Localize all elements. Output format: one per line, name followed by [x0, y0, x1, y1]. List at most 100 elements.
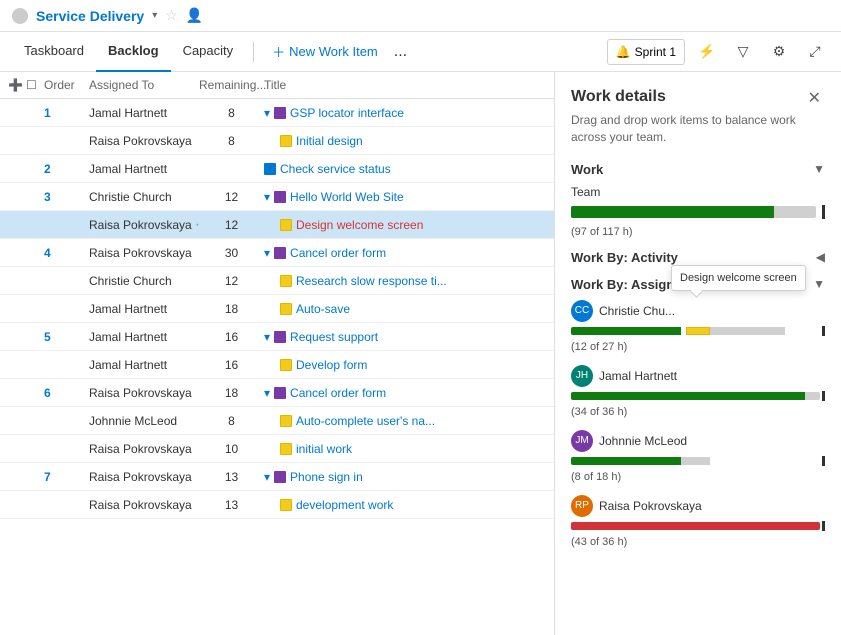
title-cell[interactable]: development work: [264, 498, 546, 512]
remaining-cell: 10: [199, 442, 264, 456]
remaining-cell: 8: [199, 106, 264, 120]
col-check: ☐: [26, 78, 44, 92]
christie-bar-marker: [822, 326, 825, 336]
tab-backlog[interactable]: Backlog: [96, 32, 171, 72]
collapse-icon[interactable]: ▾: [264, 470, 270, 484]
col-add: ➕: [8, 78, 26, 92]
avatar-johnnie: JM: [571, 430, 593, 452]
expand-icon[interactable]: ⤢: [801, 38, 829, 66]
project-chevron-icon[interactable]: ▾: [152, 10, 157, 21]
work-assigned-section: Work By: Assigned To ▼ CC Christie Chu..…: [571, 277, 825, 548]
collapse-icon[interactable]: ▾: [264, 190, 270, 204]
remaining-cell: 12: [199, 274, 264, 288]
title-cell[interactable]: Auto-save: [264, 302, 546, 316]
work-section-title: Work: [571, 162, 603, 177]
people-icon[interactable]: 👤: [186, 7, 203, 24]
title-text: development work: [296, 498, 393, 512]
task-icon: [280, 499, 292, 511]
title-cell[interactable]: initial work: [264, 442, 546, 456]
close-panel-button[interactable]: ✕: [804, 88, 825, 108]
title-cell[interactable]: Develop form: [264, 358, 546, 372]
collapse-icon[interactable]: ▾: [264, 246, 270, 260]
remaining-cell: 8: [199, 414, 264, 428]
table-row: Jamal Hartnett 18 Auto-save: [0, 295, 554, 323]
new-work-item-button[interactable]: ＋ New Work Item: [262, 38, 388, 66]
remaining-cell: 12: [199, 190, 264, 204]
title-text: Auto-save: [296, 302, 350, 316]
assigned-cell: Christie Church: [89, 274, 199, 288]
title-text: Cancel order form: [290, 386, 386, 400]
col-remaining: Remaining...: [199, 78, 264, 92]
title-cell[interactable]: ▾ GSP locator interface: [264, 106, 546, 120]
title-cell[interactable]: Initial design: [264, 134, 546, 148]
avatar-raisa: RP: [571, 495, 593, 517]
table-row: 5 Jamal Hartnett 16 ▾ Request support: [0, 323, 554, 351]
collapse-icon[interactable]: ▾: [264, 106, 270, 120]
remaining-cell: 12: [199, 218, 264, 232]
collapse-icon[interactable]: ▾: [264, 330, 270, 344]
feature-icon: [274, 331, 286, 343]
task-icon: [280, 135, 292, 147]
sprint-selector[interactable]: 🔔 Sprint 1: [607, 39, 685, 65]
tab-capacity[interactable]: Capacity: [171, 32, 246, 72]
work-assigned-title: Work By: Assigned To: [571, 277, 708, 292]
filter-settings-icon[interactable]: ⚡: [693, 38, 721, 66]
collapse-icon[interactable]: ▾: [264, 386, 270, 400]
jamal-bar-green: [571, 392, 805, 400]
favorite-icon[interactable]: ☆: [165, 7, 178, 24]
title-cell[interactable]: ▾ Cancel order form: [264, 386, 546, 400]
assignee-name-raisa: Raisa Pokrovskaya: [599, 499, 702, 513]
title-cell[interactable]: ▾ Hello World Web Site: [264, 190, 546, 204]
title-text: Hello World Web Site: [290, 190, 404, 204]
team-bar-caption: (97 of 117 h): [571, 226, 633, 238]
task-icon: [280, 443, 292, 455]
sprint-label: Sprint 1: [635, 45, 676, 59]
filter-icon[interactable]: ▽: [729, 38, 757, 66]
plus-icon: ＋: [272, 42, 285, 61]
title-text: Design welcome screen: [296, 218, 423, 232]
remaining-cell: 8: [199, 134, 264, 148]
christie-caption: (12 of 27 h): [571, 341, 627, 353]
title-cell[interactable]: ▾ Cancel order form: [264, 246, 546, 260]
settings-icon[interactable]: ⚙: [765, 38, 793, 66]
work-activity-toggle[interactable]: ◀: [816, 250, 825, 264]
title-cell[interactable]: Design welcome screen: [264, 218, 546, 232]
col-order: Order: [44, 78, 89, 92]
title-text: initial work: [296, 442, 352, 456]
title-cell[interactable]: ▾ Phone sign in: [264, 470, 546, 484]
story-icon: [264, 163, 276, 175]
work-assigned-toggle[interactable]: ▼: [813, 277, 825, 291]
table-row: 3 Christie Church 12 ▾ Hello World Web S…: [0, 183, 554, 211]
title-cell[interactable]: ▾ Request support: [264, 330, 546, 344]
title-cell[interactable]: Check service status: [264, 162, 546, 176]
raisa-bar-red: [571, 522, 820, 530]
title-text: Develop form: [296, 358, 367, 372]
johnnie-caption: (8 of 18 h): [571, 471, 621, 483]
tab-taskboard[interactable]: Taskboard: [12, 32, 96, 72]
feature-icon: [274, 107, 286, 119]
raisa-bar-marker: [822, 521, 825, 531]
task-icon: [280, 303, 292, 315]
jamal-bar-gray: [805, 392, 820, 400]
table-header: ➕ ☐ Order Assigned To Remaining... Title: [0, 72, 554, 99]
work-section: Work ▼ Team (97 of 117 h): [571, 162, 825, 238]
order-cell: 6: [44, 386, 89, 400]
assignee-name-jamal: Jamal Hartnett: [599, 369, 677, 383]
assigned-cell: Raisa Pokrovskaya: [89, 470, 199, 484]
feature-icon: [274, 191, 286, 203]
order-cell: 2: [44, 162, 89, 176]
title-cell[interactable]: Research slow response ti...: [264, 274, 546, 288]
title-cell[interactable]: Auto-complete user's na...: [264, 414, 546, 428]
remaining-cell: 18: [199, 302, 264, 316]
table-row: Raisa Pokrovskaya ··· 12 Design welcome …: [0, 211, 554, 239]
work-section-toggle[interactable]: ▼: [813, 162, 825, 176]
johnnie-bar-gray: [681, 457, 711, 465]
assigned-cell: Raisa Pokrovskaya: [89, 134, 199, 148]
more-options-button[interactable]: ...: [388, 38, 413, 66]
assignee-row-christie: CC Christie Chu... Design welcome screen…: [571, 300, 825, 353]
remaining-cell: 18: [199, 386, 264, 400]
jamal-bar-marker: [822, 391, 825, 401]
assignee-row-jamal: JH Jamal Hartnett (34 of 36 h): [571, 365, 825, 418]
assignee-row-raisa: RP Raisa Pokrovskaya (43 of 36 h): [571, 495, 825, 548]
assigned-cell: Raisa Pokrovskaya: [89, 442, 199, 456]
